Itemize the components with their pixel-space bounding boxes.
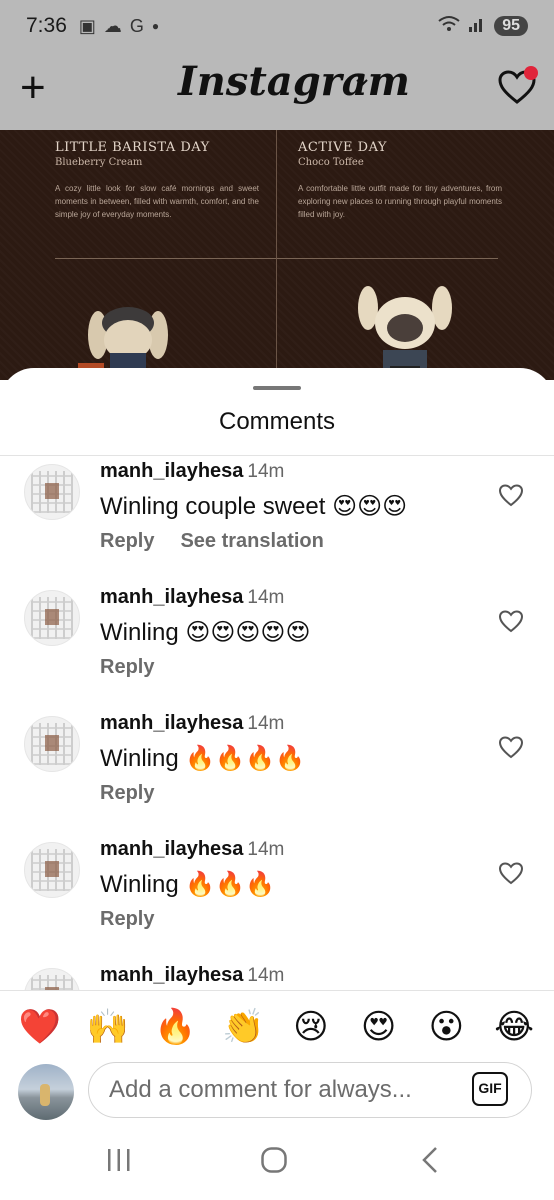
reply-button[interactable]: Reply — [100, 782, 154, 805]
post-subheading: Blueberry Cream — [55, 157, 143, 168]
see-translation-button[interactable]: See translation — [180, 530, 323, 553]
home-icon[interactable] — [260, 1146, 288, 1174]
post-rule — [55, 258, 276, 259]
status-bar: 7:36 ▣ ☁ G ● 95 — [0, 0, 554, 52]
post-description: A cozy little look for slow café morning… — [55, 184, 259, 219]
post-heading: ACTIVE DAY — [298, 140, 388, 155]
like-heart-icon[interactable] — [498, 610, 524, 634]
post-description: A comfortable little outfit made for tin… — [298, 184, 502, 219]
emoji-laughing[interactable]: 😂 — [488, 1007, 540, 1047]
post-right-column: ACTIVE DAY Choco Toffee A comfortable li… — [298, 140, 502, 221]
gif-button[interactable]: GIF — [472, 1072, 508, 1106]
emoji-crying[interactable]: 😢 — [285, 1007, 337, 1047]
screenshot-icon: ▣ — [78, 15, 96, 36]
comment-list[interactable]: manh_ilayhesa 14m Winling couple sweet 😍😍… — [0, 456, 554, 990]
comment-item: manh_ilayhesa 14m Winling 🔥🔥🔥🔥 Reply — [0, 708, 554, 834]
post-rule — [277, 258, 498, 259]
battery-indicator: 95 — [494, 16, 528, 36]
like-heart-icon[interactable] — [498, 736, 524, 760]
avatar[interactable] — [24, 968, 80, 990]
emoji-raised-hands[interactable]: 🙌 — [82, 1007, 134, 1047]
like-heart-icon[interactable] — [498, 862, 524, 886]
plus-icon[interactable]: + — [20, 66, 46, 110]
reply-button[interactable]: Reply — [100, 656, 154, 679]
wifi-icon — [438, 15, 460, 38]
comment-username[interactable]: manh_ilayhesa — [100, 712, 243, 734]
bunny-plush-right — [358, 286, 452, 380]
emoji-heart[interactable]: ❤️ — [14, 1007, 66, 1047]
post-subheading: Choco Toffee — [298, 157, 364, 168]
comment-time: 14m — [247, 965, 285, 986]
emoji-heart-eyes[interactable]: 😍 — [353, 1007, 405, 1047]
recent-apps-icon[interactable] — [106, 1146, 132, 1174]
like-heart-icon[interactable] — [498, 484, 524, 508]
dot-icon: ● — [151, 19, 160, 33]
sheet-title: Comments — [218, 408, 336, 435]
post-divider — [276, 130, 277, 380]
avatar[interactable] — [24, 590, 80, 646]
drag-handle[interactable] — [253, 386, 301, 390]
comment-time: 14m — [247, 713, 285, 734]
post-left-column: LITTLE BARISTA DAY Blueberry Cream A coz… — [55, 140, 259, 221]
comment-username[interactable]: manh_ilayhesa — [100, 964, 243, 986]
reply-button[interactable]: Reply — [100, 908, 154, 931]
notification-dot — [524, 66, 538, 80]
current-user-avatar — [18, 1064, 74, 1120]
reply-button[interactable]: Reply — [100, 530, 154, 553]
avatar[interactable] — [24, 464, 80, 520]
emoji-fire[interactable]: 🔥 — [149, 1007, 201, 1047]
comment-username[interactable]: manh_ilayhesa — [100, 586, 243, 608]
app-header: + Instagram — [0, 52, 554, 130]
post-image: LITTLE BARISTA DAY Blueberry Cream A coz… — [0, 130, 554, 380]
back-icon[interactable] — [418, 1146, 442, 1174]
comment-username[interactable]: manh_ilayhesa — [100, 838, 243, 860]
comment-input[interactable] — [88, 1062, 532, 1118]
comment-username[interactable]: manh_ilayhesa — [100, 460, 243, 482]
emoji-clap[interactable]: 👏 — [217, 1007, 269, 1047]
comment-text: Winling 🔥🔥🔥🔥 — [100, 745, 305, 772]
avatar[interactable] — [24, 842, 80, 898]
status-icons: ▣ ☁ G ● — [79, 16, 159, 37]
system-nav-bar — [0, 1124, 554, 1200]
avatar[interactable] — [24, 716, 80, 772]
comment-time: 14m — [247, 587, 285, 608]
comment-item: manh_ilayhesa 14m Winling couple sweet 😍😍… — [0, 456, 554, 582]
comment-text: Winling 😍😍😍😍😍 — [100, 619, 311, 646]
comment-input-row: GIF — [0, 1062, 554, 1130]
signal-icon — [468, 15, 486, 38]
emoji-surprised[interactable]: 😮 — [420, 1007, 472, 1047]
comment-item: manh_ilayhesa 14m Winling 🔥🔥🔥 Reply — [0, 834, 554, 960]
comment-text: Winling couple sweet 😍😍😍 — [100, 493, 408, 520]
emoji-reaction-bar: ❤️ 🙌 🔥 👏 😢 😍 😮 😂 — [0, 990, 554, 1062]
post-heading: LITTLE BARISTA DAY — [55, 140, 210, 155]
comment-item: manh_ilayhesa 14m Winling 😍😍😍😍😍 Reply — [0, 582, 554, 708]
google-icon: G — [129, 15, 144, 36]
status-time: 7:36 — [26, 14, 67, 37]
comments-sheet: Comments manh_ilayhesa 14m Winling couple… — [0, 368, 554, 1200]
comment-time: 14m — [247, 461, 285, 482]
chevron-down-icon[interactable] — [356, 76, 368, 88]
comment-item: manh_ilayhesa 14m — [0, 960, 554, 990]
comment-time: 14m — [247, 839, 285, 860]
bunny-plush-left — [78, 307, 168, 380]
cloud-icon: ☁ — [103, 15, 122, 36]
app-title[interactable]: Instagram — [178, 58, 410, 105]
comment-text: Winling 🔥🔥🔥 — [100, 871, 276, 898]
